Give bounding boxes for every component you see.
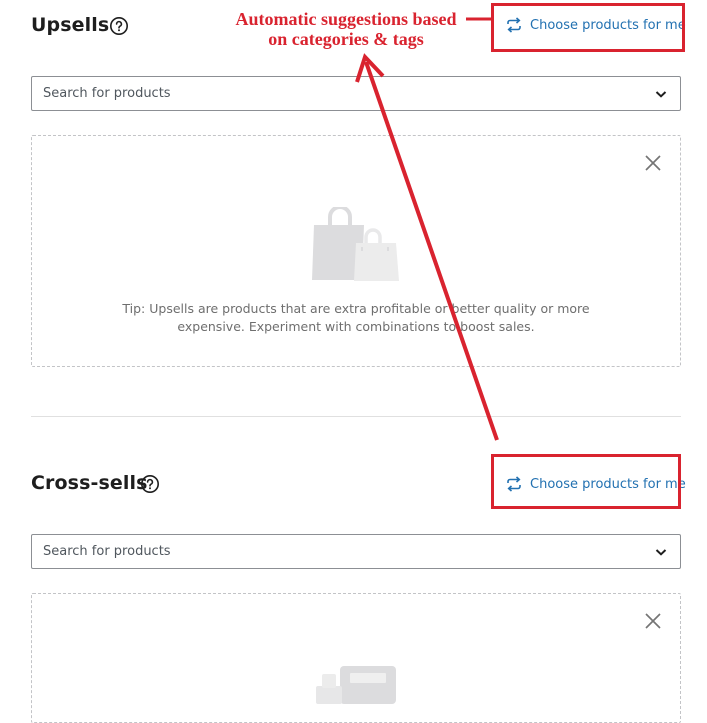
close-icon[interactable]: [644, 612, 662, 630]
cross-sells-search-placeholder: Search for products: [43, 544, 171, 559]
upsells-search-placeholder: Search for products: [43, 86, 171, 101]
cash-register-icon: [316, 666, 396, 704]
cross-sells-search-input[interactable]: Search for products: [31, 534, 681, 569]
help-icon[interactable]: [109, 16, 129, 36]
shopping-bags-icon: [312, 207, 399, 281]
chevron-down-icon[interactable]: [654, 87, 668, 101]
close-icon[interactable]: [644, 154, 662, 172]
annotation-highlight-box-upsells: [491, 3, 685, 52]
help-icon[interactable]: [140, 474, 160, 494]
annotation-line-1: Automatic suggestions based: [235, 9, 457, 29]
upsells-search-input[interactable]: Search for products: [31, 76, 681, 111]
upsells-title: Upsells: [31, 14, 110, 36]
upsells-tip-text: Tip: Upsells are products that are extra…: [31, 300, 681, 336]
section-divider: [31, 416, 681, 417]
upsells-tip-line-1: Tip: Upsells are products that are extra…: [122, 301, 590, 316]
annotation-text: Automatic suggestions based on categorie…: [218, 9, 474, 49]
chevron-down-icon[interactable]: [654, 545, 668, 559]
cross-sells-title: Cross-sells: [31, 472, 148, 494]
annotation-highlight-box-cross-sells: [491, 454, 681, 509]
annotation-line-2: on categories & tags: [268, 29, 424, 49]
upsells-tip-line-2: expensive. Experiment with combinations …: [177, 319, 535, 334]
